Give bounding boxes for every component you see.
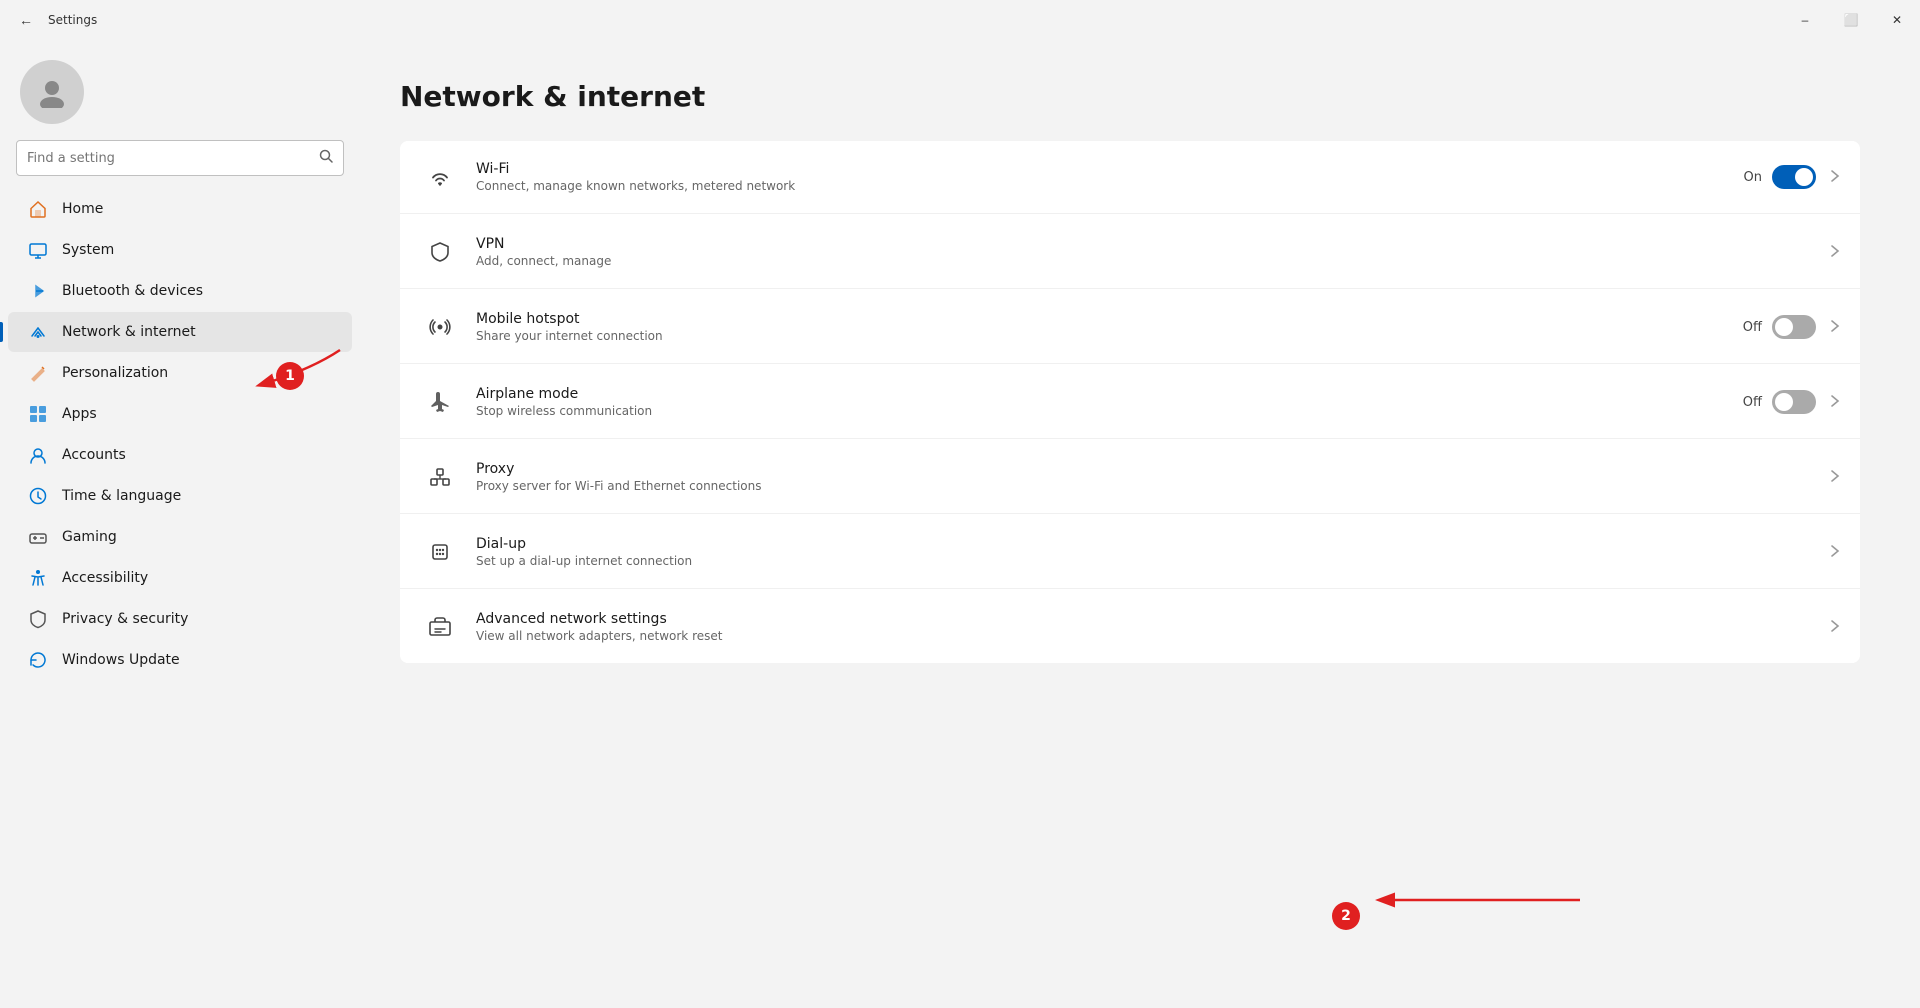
nav-list: Home System Bluetooth & devices Network & i…: [0, 188, 360, 681]
search-container: [0, 140, 360, 188]
proxy-title: Proxy: [476, 461, 1826, 477]
sidebar-item-network[interactable]: Network & internet: [8, 312, 352, 352]
sidebar-item-home[interactable]: Home: [8, 189, 352, 229]
accessibility-icon: [28, 568, 48, 588]
proxy-chevron-icon: [1830, 469, 1840, 486]
system-icon: [28, 240, 48, 260]
time-icon: [28, 486, 48, 506]
settings-item-vpn[interactable]: VPN Add, connect, manage: [400, 216, 1860, 289]
annotation-badge-2: 2: [1332, 902, 1360, 930]
sidebar-item-label-privacy: Privacy & security: [62, 611, 188, 627]
network-icon: [28, 322, 48, 342]
advanced-chevron-icon: [1830, 619, 1840, 636]
sidebar-item-label-accessibility: Accessibility: [62, 570, 148, 586]
airplane-toggle-label: Off: [1743, 395, 1762, 410]
home-icon: [28, 199, 48, 219]
app-title: Settings: [48, 13, 97, 27]
wifi-icon: [420, 157, 460, 197]
airplane-chevron-icon: [1830, 394, 1840, 411]
main-container: Home System Bluetooth & devices Network & i…: [0, 40, 1920, 1008]
sidebar-wrapper: Home System Bluetooth & devices Network & i…: [0, 40, 360, 1008]
wifi-toggle-label: On: [1744, 170, 1762, 185]
sidebar-item-label-accounts: Accounts: [62, 447, 126, 463]
accounts-icon: [28, 445, 48, 465]
wifi-title: Wi-Fi: [476, 161, 1744, 177]
update-icon: [28, 650, 48, 670]
dialup-title: Dial-up: [476, 536, 1826, 552]
sidebar-item-label-apps: Apps: [62, 406, 97, 422]
sidebar-item-apps[interactable]: Apps: [8, 394, 352, 434]
advanced-icon: [420, 607, 460, 647]
wifi-toggle[interactable]: [1772, 165, 1816, 189]
user-profile: [0, 40, 360, 140]
settings-list: Wi-Fi Connect, manage known networks, met…: [400, 141, 1860, 663]
vpn-icon: [420, 232, 460, 272]
sidebar-item-label-gaming: Gaming: [62, 529, 117, 545]
hotspot-chevron-icon: [1830, 319, 1840, 336]
sidebar-item-update[interactable]: Windows Update: [8, 640, 352, 680]
search-icon: [319, 149, 333, 167]
search-box[interactable]: [16, 140, 344, 176]
window-controls: – ⬜ ✕: [1782, 0, 1920, 40]
sidebar-item-gaming[interactable]: Gaming: [8, 517, 352, 557]
avatar: [20, 60, 84, 124]
sidebar-item-system[interactable]: System: [8, 230, 352, 270]
sidebar-item-bluetooth[interactable]: Bluetooth & devices: [8, 271, 352, 311]
hotspot-toggle[interactable]: [1772, 315, 1816, 339]
settings-item-airplane[interactable]: Airplane mode Stop wireless communication…: [400, 366, 1860, 439]
wifi-desc: Connect, manage known networks, metered …: [476, 179, 1744, 193]
dialup-desc: Set up a dial-up internet connection: [476, 554, 1826, 568]
airplane-desc: Stop wireless communication: [476, 404, 1743, 418]
apps-icon: [28, 404, 48, 424]
advanced-desc: View all network adapters, network reset: [476, 629, 1826, 643]
airplane-title: Airplane mode: [476, 386, 1743, 402]
advanced-title: Advanced network settings: [476, 611, 1826, 627]
gaming-icon: [28, 527, 48, 547]
minimize-button[interactable]: –: [1782, 0, 1828, 40]
hotspot-icon: [420, 307, 460, 347]
hotspot-title: Mobile hotspot: [476, 311, 1743, 327]
hotspot-toggle-label: Off: [1743, 320, 1762, 335]
vpn-chevron-icon: [1830, 244, 1840, 261]
sidebar-item-personalization[interactable]: Personalization: [8, 353, 352, 393]
back-button[interactable]: ←: [12, 6, 40, 34]
sidebar-item-label-time: Time & language: [62, 488, 181, 504]
maximize-button[interactable]: ⬜: [1828, 0, 1874, 40]
sidebar-item-accessibility[interactable]: Accessibility: [8, 558, 352, 598]
sidebar-item-label-system: System: [62, 242, 114, 258]
sidebar: Home System Bluetooth & devices Network & i…: [0, 40, 360, 701]
content-wrapper: Network & internet Wi-Fi Connect, manage …: [360, 40, 1920, 1008]
settings-item-advanced[interactable]: Advanced network settings View all networ…: [400, 591, 1860, 663]
privacy-icon: [28, 609, 48, 629]
proxy-desc: Proxy server for Wi-Fi and Ethernet conn…: [476, 479, 1826, 493]
search-input[interactable]: [27, 151, 311, 166]
sidebar-item-privacy[interactable]: Privacy & security: [8, 599, 352, 639]
sidebar-item-accounts[interactable]: Accounts: [8, 435, 352, 475]
wifi-chevron-icon: [1830, 169, 1840, 186]
titlebar: ← Settings – ⬜ ✕: [0, 0, 1920, 40]
settings-item-proxy[interactable]: Proxy Proxy server for Wi-Fi and Ethernet…: [400, 441, 1860, 514]
vpn-title: VPN: [476, 236, 1826, 252]
hotspot-desc: Share your internet connection: [476, 329, 1743, 343]
sidebar-item-label-update: Windows Update: [62, 652, 180, 668]
personalization-icon: [28, 363, 48, 383]
sidebar-item-label-network: Network & internet: [62, 324, 196, 340]
close-button[interactable]: ✕: [1874, 0, 1920, 40]
sidebar-item-label-home: Home: [62, 201, 103, 217]
sidebar-item-label-bluetooth: Bluetooth & devices: [62, 283, 203, 299]
dialup-chevron-icon: [1830, 544, 1840, 561]
settings-item-hotspot[interactable]: Mobile hotspot Share your internet connec…: [400, 291, 1860, 364]
sidebar-item-label-personalization: Personalization: [62, 365, 168, 381]
vpn-desc: Add, connect, manage: [476, 254, 1826, 268]
airplane-icon: [420, 382, 460, 422]
page-title: Network & internet: [400, 80, 1860, 113]
bluetooth-icon: [28, 281, 48, 301]
content-area: Network & internet Wi-Fi Connect, manage …: [360, 40, 1920, 703]
sidebar-item-time[interactable]: Time & language: [8, 476, 352, 516]
dialup-icon: [420, 532, 460, 572]
proxy-icon: [420, 457, 460, 497]
settings-item-wifi[interactable]: Wi-Fi Connect, manage known networks, met…: [400, 141, 1860, 214]
airplane-toggle[interactable]: [1772, 390, 1816, 414]
settings-item-dialup[interactable]: Dial-up Set up a dial-up internet connect…: [400, 516, 1860, 589]
